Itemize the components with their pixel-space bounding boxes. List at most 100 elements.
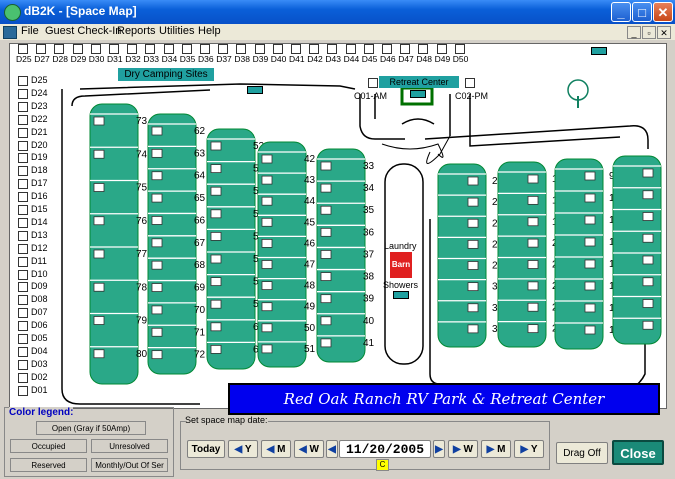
site-30[interactable] (467, 282, 479, 292)
site-50[interactable] (261, 323, 273, 333)
site-checkbox-d01[interactable] (18, 385, 28, 396)
back-year-button[interactable]: ◀ Y (228, 440, 258, 458)
forward-month-button[interactable]: ▶ M (481, 440, 511, 458)
site-checkbox-d45[interactable] (363, 44, 374, 54)
site-15[interactable] (584, 303, 596, 313)
site-12[interactable] (584, 237, 596, 247)
site-56[interactable] (210, 231, 222, 241)
site-64[interactable] (151, 171, 163, 181)
site-28[interactable] (467, 239, 479, 249)
site-52[interactable] (210, 141, 222, 151)
site-66[interactable] (151, 216, 163, 225)
site-35[interactable] (320, 205, 332, 215)
site-checkbox-d24[interactable] (18, 88, 28, 99)
site-checkbox-d11[interactable] (18, 256, 28, 267)
site-57[interactable] (210, 254, 222, 264)
site-75[interactable] (93, 183, 105, 192)
site-checkbox-d37[interactable] (218, 44, 229, 54)
site-checkbox-d04[interactable] (18, 346, 28, 357)
site-checkbox-d13[interactable] (18, 230, 28, 241)
site-79[interactable] (93, 316, 105, 325)
site-71[interactable] (151, 327, 163, 337)
site-checkbox-d31[interactable] (109, 44, 119, 54)
site-20[interactable] (527, 238, 539, 248)
site-21[interactable] (527, 260, 539, 269)
menu-reports[interactable]: Reports (117, 25, 156, 37)
forward-day-button[interactable]: ▶ (433, 440, 445, 458)
site-6[interactable] (642, 277, 654, 287)
site-29[interactable] (467, 261, 479, 270)
site-3[interactable] (642, 212, 654, 221)
site-77[interactable] (93, 249, 105, 259)
retreat-checkbox-right[interactable] (465, 78, 475, 88)
site-76[interactable] (93, 216, 105, 226)
site-checkbox-d29[interactable] (72, 44, 83, 54)
site-checkbox-d08[interactable] (18, 295, 28, 306)
site-checkbox-d23[interactable] (18, 101, 28, 112)
site-32[interactable] (467, 324, 479, 334)
site-67[interactable] (151, 238, 163, 248)
site-checkbox-d20[interactable] (18, 140, 28, 151)
site-63[interactable] (151, 148, 163, 158)
site-36[interactable] (320, 227, 332, 237)
site-70[interactable] (151, 305, 163, 315)
site-47[interactable] (261, 260, 273, 269)
forward-week-button[interactable]: ▶ W (448, 440, 478, 458)
site-24[interactable] (527, 324, 539, 334)
site-checkbox-d27[interactable] (36, 44, 47, 54)
site-checkbox-d42[interactable] (309, 44, 320, 54)
retreat-center-site[interactable] (410, 90, 426, 98)
close-window-button[interactable]: ✕ (653, 2, 673, 22)
site-18[interactable] (527, 195, 539, 205)
site-checkbox-d16[interactable] (18, 192, 28, 203)
forward-year-button[interactable]: ▶ Y (514, 440, 544, 458)
back-day-button[interactable]: ◀ (326, 440, 338, 458)
site-checkbox-d12[interactable] (18, 243, 28, 254)
site-checkbox-d41[interactable] (291, 44, 301, 54)
site-checkbox-d22[interactable] (18, 114, 28, 125)
site-checkbox-d14[interactable] (18, 217, 28, 228)
site-39[interactable] (320, 294, 332, 304)
site-13[interactable] (584, 259, 596, 269)
site-23[interactable] (527, 302, 539, 312)
site-checkbox-d39[interactable] (254, 44, 265, 54)
site-checkbox-d50[interactable] (454, 44, 465, 54)
site-checkbox-d25[interactable] (18, 76, 28, 86)
menu-file[interactable]: File (21, 25, 39, 37)
site-checkbox-d48[interactable] (418, 44, 429, 54)
site-4[interactable] (642, 233, 654, 243)
retreat-checkbox-left[interactable] (368, 78, 378, 88)
site-checkbox-d30[interactable] (90, 44, 101, 54)
site-48[interactable] (261, 281, 273, 291)
site-14[interactable] (584, 281, 596, 291)
site-checkbox-d10[interactable] (18, 269, 28, 280)
site-38[interactable] (320, 272, 332, 281)
site-41[interactable] (320, 338, 332, 348)
site-59[interactable] (210, 299, 222, 309)
site-43[interactable] (261, 175, 273, 185)
site-9[interactable] (584, 171, 596, 181)
today-button[interactable]: Today (187, 440, 225, 458)
site-checkbox-d46[interactable] (382, 44, 392, 54)
site-checkbox-d47[interactable] (400, 44, 411, 54)
site-checkbox-d44[interactable] (345, 44, 356, 54)
mdi-restore-button[interactable]: ▫ (642, 26, 656, 39)
maximize-button[interactable]: □ (632, 2, 652, 22)
site-51[interactable] (261, 344, 273, 354)
site-checkbox-d02[interactable] (18, 372, 28, 383)
site-19[interactable] (527, 217, 539, 227)
site-74[interactable] (93, 149, 105, 159)
site-27[interactable] (467, 218, 479, 228)
site-checkbox-d43[interactable] (327, 44, 338, 54)
site-40[interactable] (320, 316, 332, 326)
site-45[interactable] (261, 217, 273, 227)
site-46[interactable] (261, 238, 273, 248)
site-25[interactable] (467, 176, 479, 186)
site-checkbox-d09[interactable] (18, 282, 28, 293)
site-53[interactable] (210, 164, 222, 173)
site-58[interactable] (210, 277, 222, 287)
site-checkbox-d38[interactable] (236, 44, 247, 54)
site-26[interactable] (467, 197, 479, 207)
site-33[interactable] (320, 161, 332, 171)
site-11[interactable] (584, 215, 596, 225)
